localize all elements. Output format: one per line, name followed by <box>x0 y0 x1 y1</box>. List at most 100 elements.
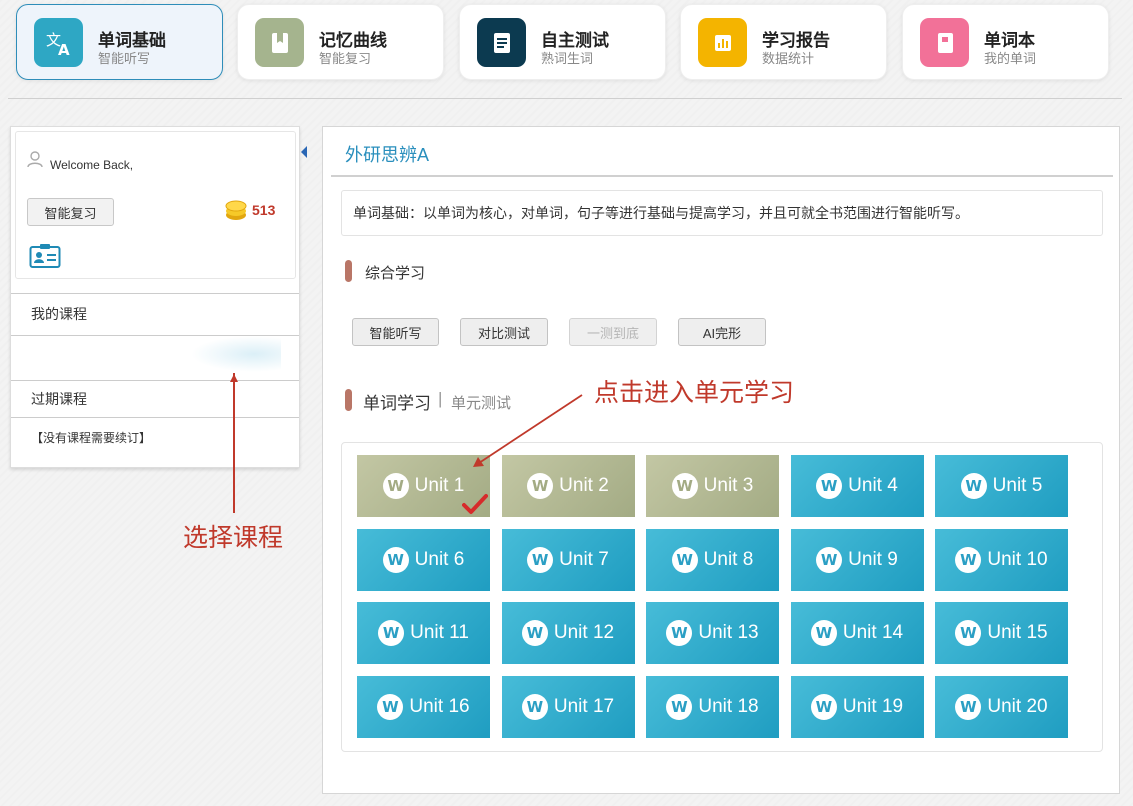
user-info-box: Welcome Back, 智能复习 513 <box>15 131 296 279</box>
unit-label: Unit 20 <box>987 695 1048 717</box>
no-renew-text: 【没有课程需要续订】 <box>11 417 299 457</box>
w-logo-icon: W <box>666 620 693 646</box>
unit-tile[interactable]: W Unit 3 <box>646 455 779 517</box>
annotation-enter-unit: 点击进入单元学习 <box>594 378 795 407</box>
unit-tile[interactable]: W Unit 20 <box>935 675 1068 738</box>
unit-label: Unit 6 <box>414 548 465 570</box>
w-logo-icon: W <box>521 620 548 646</box>
unit-label: Unit 1 <box>414 475 465 496</box>
unit-label: Unit 13 <box>698 622 759 643</box>
test-to-end-button[interactable]: 一测到底 <box>569 318 657 346</box>
unit-tile[interactable]: W Unit 16 <box>357 675 490 738</box>
notebook-icon <box>920 18 969 67</box>
w-logo-icon: W <box>816 546 843 573</box>
coin-count: 513 <box>252 202 276 218</box>
main-panel: 外研思辨A 单词基础：以单词为核心，对单词，句子等进行基础与提高学习，并且可就全… <box>322 126 1120 794</box>
welcome-text: Welcome Back, <box>50 158 134 172</box>
tab-separator: | <box>438 389 443 408</box>
unit-tile[interactable]: W Unit 17 <box>501 675 635 738</box>
unit-tile[interactable]: W Unit 18 <box>646 675 779 738</box>
w-logo-icon: W <box>377 693 404 720</box>
w-logo-icon: W <box>671 473 698 499</box>
tab-word-study[interactable]: 单词学习 <box>363 389 431 414</box>
w-logo-icon: W <box>810 693 837 720</box>
bookmark-icon <box>255 18 304 67</box>
smart-dictation-button[interactable]: 智能听写 <box>352 318 439 346</box>
bar-chart-icon <box>698 18 747 67</box>
units-grid: W Unit 1 W Unit 2 W Unit 3 W Unit 4 W Unit 5 W Unit… <box>341 442 1103 752</box>
unit-label: Unit 12 <box>553 622 615 643</box>
unit-label: Unit 11 <box>410 622 469 643</box>
w-logo-icon: W <box>521 693 548 720</box>
unit-tile[interactable]: W Unit 11 <box>357 602 490 664</box>
w-logo-icon: W <box>810 620 837 646</box>
compare-test-button[interactable]: 对比测试 <box>460 318 548 346</box>
w-logo-icon: W <box>955 546 982 573</box>
expired-courses-header: 过期课程 <box>11 380 299 416</box>
nav-subtitle: 我的单词 <box>984 51 1037 66</box>
nav-subtitle: 智能听写 <box>98 51 151 66</box>
unit-label: Unit 10 <box>987 548 1048 570</box>
my-courses-header: 我的课程 <box>11 293 299 335</box>
section-comprehensive-title: 综合学习 <box>365 265 426 282</box>
unit-label: Unit 16 <box>409 695 470 717</box>
w-logo-icon: W <box>816 473 843 499</box>
w-logo-icon: W <box>527 546 554 573</box>
nav-subtitle: 数据统计 <box>762 51 815 66</box>
smart-review-button[interactable]: 智能复习 <box>27 198 114 226</box>
top-navigation: 文A 单词基础 智能听写 记忆曲线 智能复习 自主测试 熟词生词 学习报告 数据… <box>16 4 1109 81</box>
w-logo-icon: W <box>666 693 693 720</box>
section-marker <box>345 260 352 282</box>
ai-cloze-button[interactable]: AI完形 <box>678 318 766 346</box>
w-logo-icon: W <box>382 546 409 573</box>
check-mark-icon <box>462 493 488 520</box>
course-title: 外研思辨A <box>345 145 430 165</box>
document-icon <box>477 18 526 67</box>
annotation-line <box>233 373 235 513</box>
unit-label: Unit 19 <box>842 695 904 717</box>
course-list-item[interactable] <box>11 335 299 373</box>
unit-tile[interactable]: W Unit 8 <box>646 528 779 591</box>
unit-label: Unit 17 <box>553 695 615 717</box>
nav-card-wordbook[interactable]: 单词本 我的单词 <box>902 4 1109 80</box>
nav-subtitle: 智能复习 <box>319 51 372 66</box>
unit-tile[interactable]: W Unit 9 <box>790 528 924 591</box>
unit-tile[interactable]: W Unit 4 <box>790 455 924 517</box>
annotation-arrow-head <box>230 369 238 382</box>
collapse-toggle-icon[interactable] <box>299 143 309 161</box>
nav-card-word-basics[interactable]: 文A 单词基础 智能听写 <box>16 4 223 80</box>
unit-label: Unit 4 <box>848 475 898 496</box>
w-logo-icon: W <box>527 473 554 499</box>
w-logo-icon: W <box>378 620 405 646</box>
unit-label: Unit 2 <box>559 475 609 496</box>
nav-subtitle: 熟词生词 <box>541 51 594 66</box>
unit-tile[interactable]: W Unit 19 <box>790 675 924 738</box>
unit-tile[interactable]: W Unit 15 <box>935 602 1068 664</box>
unit-label: Unit 18 <box>698 695 759 717</box>
unit-tile[interactable]: W Unit 6 <box>357 528 490 591</box>
w-logo-icon: W <box>955 620 982 646</box>
unit-label: Unit 9 <box>848 548 898 570</box>
unit-label: Unit 7 <box>559 548 609 570</box>
w-logo-icon: W <box>671 546 698 573</box>
unit-label: Unit 3 <box>703 475 754 496</box>
translate-icon: 文A <box>34 18 83 67</box>
w-logo-icon: W <box>382 473 409 499</box>
top-divider <box>8 98 1122 99</box>
unit-tile[interactable]: W Unit 7 <box>501 528 635 591</box>
unit-label: Unit 15 <box>987 622 1048 643</box>
nav-card-memory-curve[interactable]: 记忆曲线 智能复习 <box>237 4 444 80</box>
nav-card-study-report[interactable]: 学习报告 数据统计 <box>680 4 887 80</box>
annotation-arrow <box>473 394 583 467</box>
unit-tile[interactable]: W Unit 10 <box>935 528 1068 591</box>
annotation-select-course: 选择课程 <box>183 523 284 552</box>
unit-tile[interactable]: W Unit 14 <box>790 602 924 664</box>
unit-tile[interactable]: W Unit 12 <box>501 602 635 664</box>
nav-card-self-test[interactable]: 自主测试 熟词生词 <box>459 4 666 80</box>
w-logo-icon: W <box>955 693 982 720</box>
unit-tile[interactable]: W Unit 5 <box>935 455 1068 517</box>
id-card-icon[interactable] <box>29 243 61 274</box>
unit-tile[interactable]: W Unit 13 <box>646 602 779 664</box>
section-marker <box>345 389 352 411</box>
unit-label: Unit 14 <box>842 622 904 643</box>
